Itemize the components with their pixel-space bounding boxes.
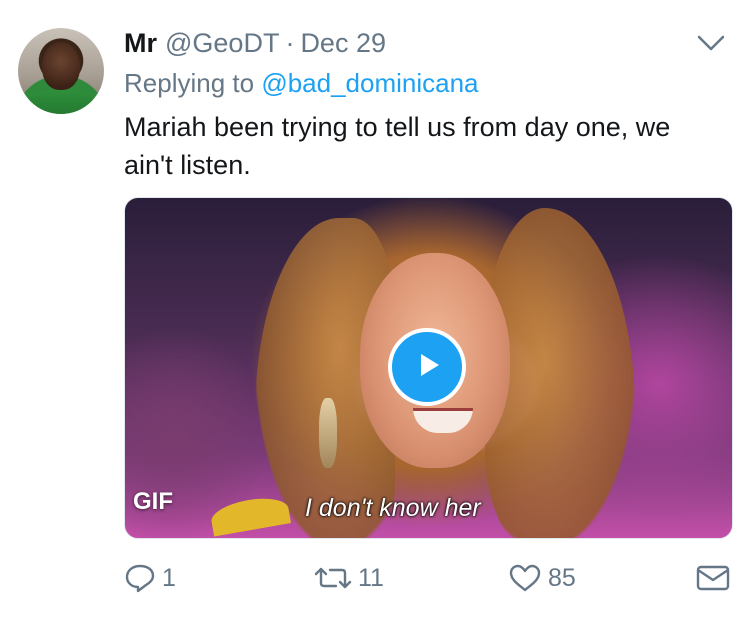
avatar[interactable] [18,28,104,114]
avatar-face [42,42,80,90]
chevron-down-icon[interactable] [696,32,726,54]
direct-message-button[interactable] [696,560,730,596]
tweet-date[interactable]: Dec 29 [300,28,386,59]
retweet-count: 11 [358,563,384,592]
tweet: Mr @GeoDT · Dec 29 Replying to @bad_domi… [0,0,750,617]
gif-caption-logo [208,493,292,537]
gif-frame-earring [319,398,337,468]
tweet-actions: 1 11 85 [124,560,734,596]
tweet-header: Mr @GeoDT · Dec 29 [124,28,386,60]
gif-media[interactable]: GIF I don't know her [124,197,733,539]
display-name[interactable]: Mr [124,28,157,59]
reply-count: 1 [162,563,176,592]
like-count: 85 [548,563,576,592]
envelope-icon [696,564,730,592]
reply-button[interactable]: 1 [124,560,176,596]
replying-to-link[interactable]: @bad_dominicana [261,68,478,98]
user-handle[interactable]: @GeoDT [165,28,279,59]
avatar-shirt [26,90,96,114]
heart-icon [508,563,542,593]
reply-icon [124,563,156,593]
play-icon [410,348,444,387]
play-button[interactable] [388,328,466,406]
retweet-icon [314,563,352,593]
gif-caption: I don't know her [305,494,481,522]
gif-badge: GIF [133,488,173,515]
tweet-text: Mariah been trying to tell us from day o… [124,112,671,180]
replying-prefix: Replying to [124,68,255,98]
like-button[interactable]: 85 [508,560,576,596]
replying-to: Replying to @bad_dominicana [124,68,479,99]
separator: · [285,28,295,58]
retweet-button[interactable]: 11 [314,560,384,596]
